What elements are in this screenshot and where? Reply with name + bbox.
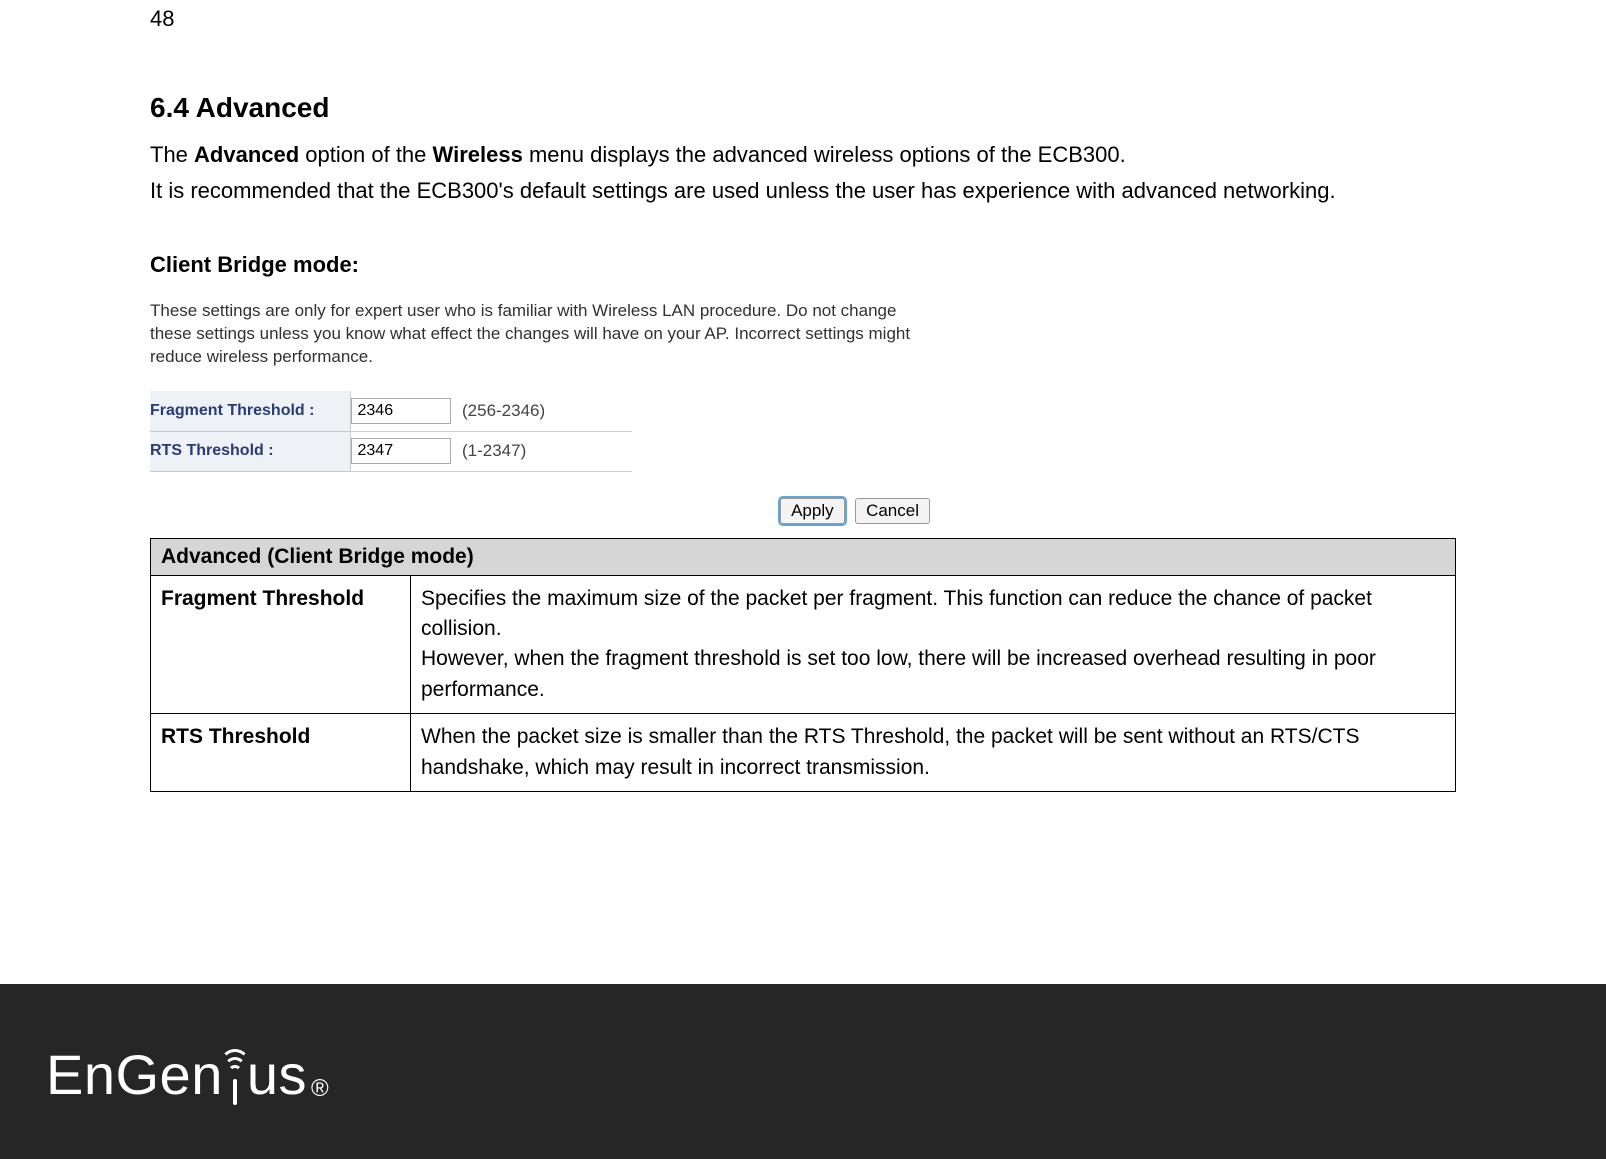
subheading: Client Bridge mode:	[150, 252, 1456, 278]
fragment-threshold-input[interactable]	[351, 398, 451, 424]
desc-value: Specifies the maximum size of the packet…	[411, 575, 1456, 714]
button-row: Apply Cancel	[150, 498, 930, 524]
setting-input-cell	[350, 431, 462, 471]
intro-line-2: It is recommended that the ECB300's defa…	[150, 174, 1456, 208]
page-number: 48	[150, 6, 1456, 32]
setting-range: (256-2346)	[462, 391, 632, 431]
settings-row: RTS Threshold : (1-2347)	[150, 431, 632, 471]
apply-button[interactable]: Apply	[780, 498, 845, 524]
warning-text: These settings are only for expert user …	[150, 300, 920, 369]
setting-input-cell	[350, 391, 462, 431]
table-row: RTS Threshold When the packet size is sm…	[151, 714, 1456, 792]
settings-table: Fragment Threshold : (256-2346) RTS Thre…	[150, 391, 632, 472]
intro-text: The Advanced option of the Wireless menu…	[150, 138, 1456, 208]
table-header: Advanced (Client Bridge mode)	[151, 538, 1456, 575]
page: 48 6.4 Advanced The Advanced option of t…	[0, 0, 1606, 1159]
setting-label: Fragment Threshold :	[150, 391, 350, 431]
description-table: Advanced (Client Bridge mode) Fragment T…	[150, 538, 1456, 793]
content-area: 48 6.4 Advanced The Advanced option of t…	[0, 0, 1606, 792]
section-heading: 6.4 Advanced	[150, 92, 1456, 124]
intro-line-1: The Advanced option of the Wireless menu…	[150, 138, 1456, 172]
brand-logo: EnGen us ®	[46, 1041, 329, 1103]
setting-label: RTS Threshold :	[150, 431, 350, 471]
desc-key: Fragment Threshold	[151, 575, 411, 714]
antenna-icon	[221, 1041, 249, 1105]
table-header-row: Advanced (Client Bridge mode)	[151, 538, 1456, 575]
cancel-button[interactable]: Cancel	[855, 498, 930, 524]
brand-text-pre: EnGen	[46, 1047, 223, 1103]
desc-value: When the packet size is smaller than the…	[411, 714, 1456, 792]
settings-row: Fragment Threshold : (256-2346)	[150, 391, 632, 431]
settings-panel: These settings are only for expert user …	[150, 300, 1456, 523]
brand-text-post: us	[247, 1047, 307, 1103]
rts-threshold-input[interactable]	[351, 438, 451, 464]
setting-range: (1-2347)	[462, 431, 632, 471]
table-row: Fragment Threshold Specifies the maximum…	[151, 575, 1456, 714]
footer: EnGen us ®	[0, 984, 1606, 1159]
registered-mark: ®	[311, 1075, 329, 1103]
desc-key: RTS Threshold	[151, 714, 411, 792]
